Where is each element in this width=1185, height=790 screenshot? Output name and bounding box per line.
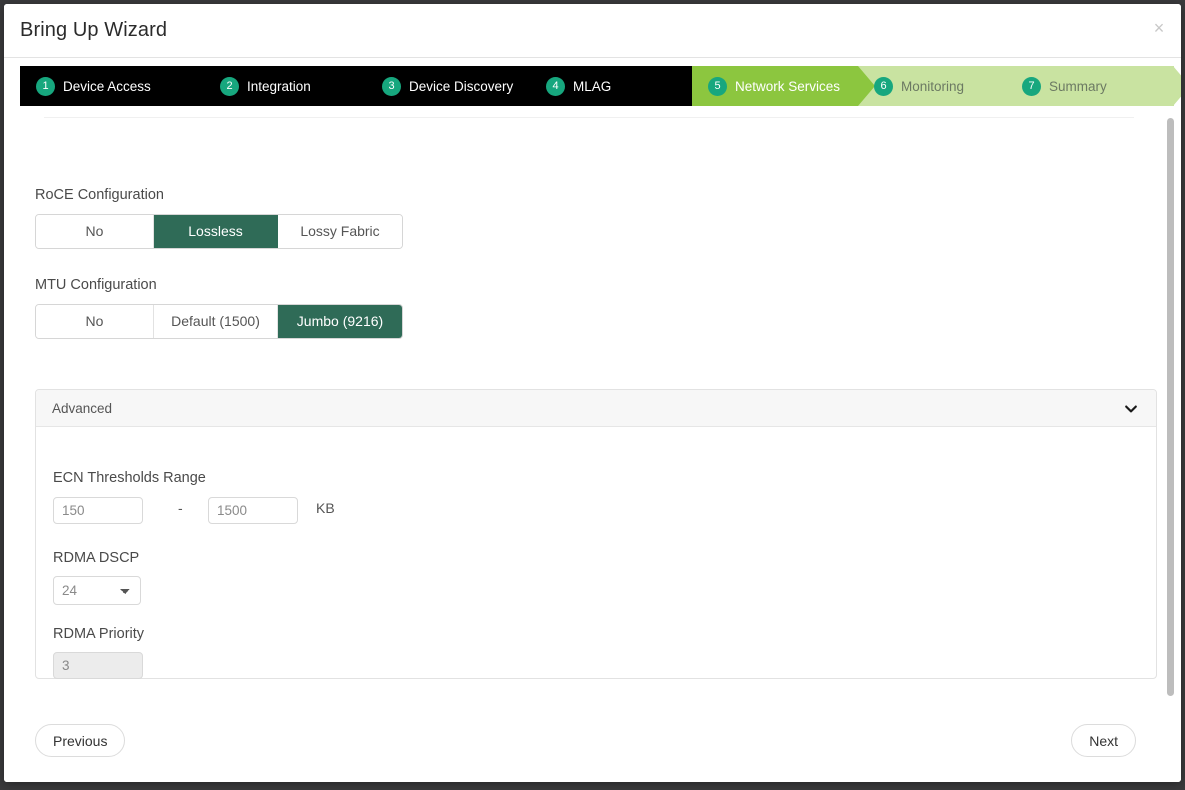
step-number-badge: 5: [708, 77, 727, 96]
advanced-panel-title: Advanced: [52, 401, 112, 416]
step-number-badge: 1: [36, 77, 55, 96]
step-label: Device Access: [63, 79, 151, 94]
rdma-priority-input: [53, 652, 143, 679]
roce-configuration-toggle[interactable]: No Lossless Fabric Lossy Fabric: [35, 214, 403, 249]
scrolled-content-edge: [44, 117, 1134, 118]
step-number-badge: 4: [546, 77, 565, 96]
scrollbar-thumb[interactable]: [1167, 118, 1174, 696]
step-label: Integration: [247, 79, 311, 94]
step-label: MLAG: [573, 79, 611, 94]
content-scrollbar[interactable]: [1167, 118, 1174, 696]
step-network-services[interactable]: 5 Network Services: [694, 66, 840, 106]
advanced-panel: Advanced ECN Thresholds Range - KB RDMA …: [35, 389, 1157, 679]
step-label: Monitoring: [901, 79, 964, 94]
step-label: Network Services: [735, 79, 840, 94]
step-device-discovery[interactable]: 3 Device Discovery: [368, 66, 513, 106]
mtu-configuration-label: MTU Configuration: [35, 277, 157, 293]
step-label: Summary: [1049, 79, 1107, 94]
previous-button[interactable]: Previous: [35, 724, 125, 757]
ecn-threshold-max-input[interactable]: [208, 497, 298, 524]
wizard-stepper: 1 Device Access 2 Integration 3 Device D…: [4, 58, 1181, 114]
advanced-panel-body: ECN Thresholds Range - KB RDMA DSCP 24 R…: [36, 427, 1156, 678]
ecn-range-separator: -: [178, 500, 183, 516]
ecn-unit-label: KB: [316, 500, 335, 516]
step-number-badge: 3: [382, 77, 401, 96]
wizard-content-scroll-area[interactable]: RoCE Configuration No Lossless Fabric Lo…: [4, 115, 1181, 710]
bring-up-wizard-dialog: Bring Up Wizard × 1 Device Access 2 Inte…: [4, 4, 1181, 782]
rdma-priority-label: RDMA Priority: [53, 626, 144, 642]
ecn-thresholds-range-label: ECN Thresholds Range: [53, 470, 206, 486]
close-icon[interactable]: ×: [1147, 17, 1171, 41]
advanced-panel-header[interactable]: Advanced: [36, 390, 1156, 427]
step-summary[interactable]: 7 Summary: [1008, 66, 1107, 106]
rdma-dscp-select[interactable]: 24: [53, 576, 141, 605]
mtu-option-jumbo-9216[interactable]: Jumbo (9216): [278, 305, 402, 338]
next-button[interactable]: Next: [1071, 724, 1136, 757]
roce-option-lossless-fabric[interactable]: Lossless Fabric: [154, 215, 278, 248]
roce-configuration-label: RoCE Configuration: [35, 187, 164, 203]
rdma-dscp-label: RDMA DSCP: [53, 550, 139, 566]
step-mlag[interactable]: 4 MLAG: [532, 66, 611, 106]
step-device-access[interactable]: 1 Device Access: [22, 66, 151, 106]
mtu-configuration-toggle[interactable]: No Default (1500) Jumbo (9216): [35, 304, 403, 339]
roce-option-lossy-fabric[interactable]: Lossy Fabric: [278, 215, 402, 248]
step-number-badge: 2: [220, 77, 239, 96]
step-label: Device Discovery: [409, 79, 513, 94]
step-integration[interactable]: 2 Integration: [206, 66, 311, 106]
mtu-option-default-1500[interactable]: Default (1500): [154, 305, 278, 338]
step-number-badge: 7: [1022, 77, 1041, 96]
stepper-bar: 1 Device Access 2 Integration 3 Device D…: [20, 66, 1174, 106]
roce-option-no[interactable]: No: [36, 215, 154, 248]
step-number-badge: 6: [874, 77, 893, 96]
chevron-down-icon[interactable]: [1124, 402, 1138, 416]
step-monitoring[interactable]: 6 Monitoring: [860, 66, 964, 106]
mtu-option-no[interactable]: No: [36, 305, 154, 338]
wizard-footer: Previous Next: [4, 710, 1181, 782]
dialog-titlebar: Bring Up Wizard ×: [4, 4, 1181, 58]
dialog-title: Bring Up Wizard: [20, 19, 167, 42]
ecn-threshold-min-input[interactable]: [53, 497, 143, 524]
